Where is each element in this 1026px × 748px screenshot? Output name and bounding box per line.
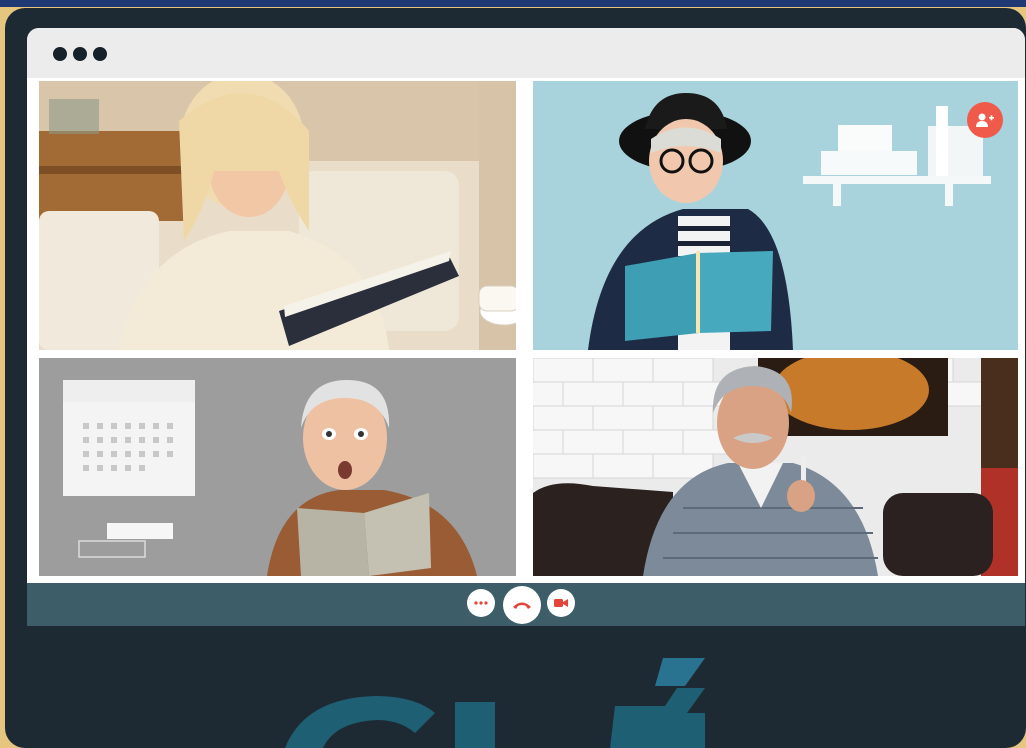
participant-tile-2[interactable] [533, 81, 1018, 350]
call-control-bar [27, 583, 1025, 626]
end-call-button[interactable] [503, 586, 541, 624]
more-options-icon [474, 601, 488, 605]
participant-3-video [39, 358, 516, 576]
video-toggle-button[interactable] [547, 589, 575, 617]
end-call-icon [513, 602, 531, 609]
video-camera-icon [554, 599, 568, 607]
video-call-window [27, 28, 1025, 626]
window-titlebar [27, 28, 1025, 78]
add-participant-button[interactable] [967, 102, 1003, 138]
more-options-button[interactable] [467, 589, 495, 617]
top-strip [0, 0, 1026, 7]
add-user-icon [976, 113, 994, 127]
participant-2-video [533, 81, 1018, 350]
device-frame [5, 8, 1026, 748]
window-dot[interactable] [53, 47, 67, 61]
participant-1-video [39, 81, 516, 350]
window-dot[interactable] [93, 47, 107, 61]
participant-tile-1[interactable] [39, 81, 516, 350]
participant-4-video [533, 358, 1018, 576]
participant-grid [27, 78, 1025, 583]
window-dot[interactable] [73, 47, 87, 61]
participant-tile-3[interactable] [39, 358, 516, 576]
participant-tile-4[interactable] [533, 358, 1018, 576]
